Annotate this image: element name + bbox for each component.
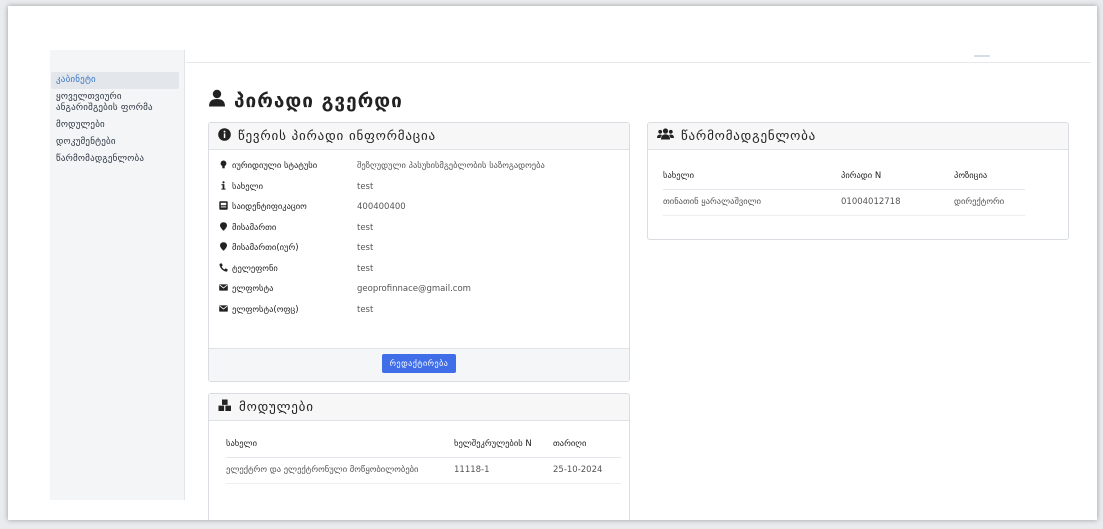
sidebar-item-representation[interactable]: წარმომადგენლობა <box>51 151 179 168</box>
representative-id-cell: 01004012718 <box>841 189 954 216</box>
info-row-phone: ტელეფონი test <box>209 259 629 280</box>
info-icon <box>219 180 228 193</box>
info-row-email: ელფოსტა geoprofinnace@gmail.com <box>209 279 629 300</box>
header-indicator <box>974 55 990 57</box>
modules-card-header: მოდულები <box>209 394 629 421</box>
modules-card: მოდულები სახელი ხელშეკრულების N თარიღი ე… <box>208 393 630 520</box>
info-row-legal-address: მისამართი(იურ) test <box>209 238 629 259</box>
modules-table: სახელი ხელშეკრულების N თარიღი ელექტრო და… <box>226 431 621 484</box>
member-info-card: წევრის პირადი ინფორმაცია იურიდიული სტატუ… <box>208 122 630 382</box>
envelope-icon <box>219 283 228 295</box>
representation-card-header: წარმომადგენლობა <box>648 123 1068 150</box>
sidebar: კაბინეტი ყოველთვიური ანგარიშგების ფორმა … <box>50 50 185 500</box>
member-info-card-title: წევრის პირადი ინფორმაცია <box>238 128 436 144</box>
member-info-card-header: წევრის პირადი ინფორმაცია <box>209 123 629 150</box>
representative-position-cell: დირექტორი <box>954 189 1025 216</box>
info-row-address: მისამართი test <box>209 218 629 239</box>
sidebar-item-monthly-report-form[interactable]: ანგარიშგების ფორმა <box>51 103 179 117</box>
member-info-list: იურიდიული სტატუსი შეზღუდული პასუხისმგებლ… <box>209 150 629 320</box>
table-row[interactable]: თინათინ ყარალაშვილი 01004012718 დირექტორ… <box>663 189 1025 216</box>
info-row-identification: საიდენტიფიკაციო 400400400 <box>209 197 629 218</box>
header-divider <box>186 62 1091 63</box>
sidebar-item-cabinet[interactable]: კაბინეტი <box>51 72 179 89</box>
cubes-icon <box>218 399 232 416</box>
page-title-text: პირადი გვერდი <box>234 89 403 112</box>
sidebar-item-label: ანგარიშგების ფორმა <box>56 103 153 113</box>
info-circle-icon <box>218 127 231 145</box>
app-window: კაბინეტი ყოველთვიური ანგარიშგების ფორმა … <box>8 6 1097 520</box>
id-card-icon <box>219 201 228 213</box>
representative-name-cell: თინათინ ყარალაშვილი <box>663 189 841 216</box>
envelope-icon <box>219 304 228 316</box>
column-header-contract: ხელშეკრულების N <box>454 431 553 458</box>
user-icon <box>208 89 226 112</box>
representation-table: სახელი პირადი N პოზიცია თინათინ ყარალაშვ… <box>663 163 1025 216</box>
module-name-cell: ელექტრო და ელექტრონული მოწყობილობები <box>226 457 454 484</box>
table-header-row: სახელი პირადი N პოზიცია <box>663 163 1025 190</box>
member-info-card-footer: რედაქტირება <box>209 348 629 381</box>
info-row-email-optional: ელფოსტა(ოფც) test <box>209 300 629 321</box>
users-icon <box>657 128 674 144</box>
sidebar-item-documents[interactable]: დოკუმენტები <box>51 134 179 151</box>
sidebar-item-modules[interactable]: მოდულები <box>51 117 179 134</box>
column-header-date: თარიღი <box>553 431 621 458</box>
table-header-row: სახელი ხელშეკრულების N თარიღი <box>226 431 621 458</box>
module-date-cell: 25-10-2024 <box>553 457 621 484</box>
column-header-name: სახელი <box>663 163 841 190</box>
edit-button[interactable]: რედაქტირება <box>381 354 457 373</box>
info-row-name: სახელი test <box>209 177 629 198</box>
sidebar-item-label: ყოველთვიური <box>56 92 122 102</box>
column-header-position: პოზიცია <box>954 163 1025 190</box>
representation-card-title: წარმომადგენლობა <box>681 128 817 144</box>
table-row[interactable]: ელექტრო და ელექტრონული მოწყობილობები 111… <box>226 457 621 484</box>
phone-icon <box>219 263 228 275</box>
sidebar-item-monthly-report[interactable]: ყოველთვიური <box>51 89 179 103</box>
map-marker-icon <box>219 222 228 234</box>
column-header-name: სახელი <box>226 431 454 458</box>
page-title: პირადი გვერდი <box>208 89 403 112</box>
module-contract-cell: 11118-1 <box>454 457 553 484</box>
modules-card-title: მოდულები <box>239 399 314 415</box>
map-marker-icon <box>219 242 228 254</box>
column-header-personal-id: პირადი N <box>841 163 954 190</box>
representation-card: წარმომადგენლობა სახელი პირადი N პოზიცია … <box>647 122 1069 240</box>
lightbulb-icon <box>219 160 228 172</box>
info-row-legal-status: იურიდიული სტატუსი შეზღუდული პასუხისმგებლ… <box>209 156 629 177</box>
